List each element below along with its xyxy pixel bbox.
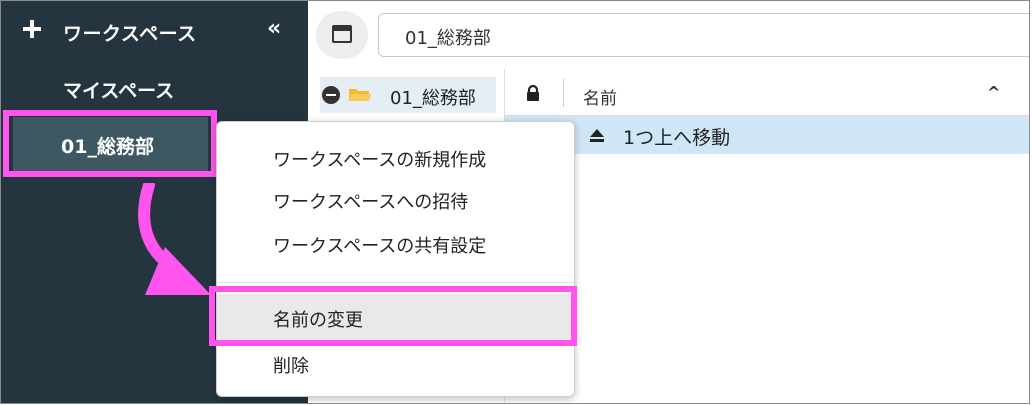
minus-circle-icon[interactable] bbox=[322, 86, 340, 104]
list-row-label: 1つ上へ移動 bbox=[623, 127, 731, 149]
menu-item-rename[interactable]: 名前の変更 bbox=[273, 306, 363, 332]
menu-item-delete[interactable]: 削除 bbox=[273, 352, 309, 378]
list-header: 名前 ^ bbox=[505, 69, 1029, 116]
menu-divider bbox=[217, 282, 574, 283]
toolbar: 01_総務部 bbox=[308, 1, 1029, 69]
arrow-icon bbox=[138, 183, 211, 295]
sidebar-title: ワークスペース bbox=[63, 23, 197, 45]
lock-icon[interactable] bbox=[525, 85, 541, 101]
menu-item-hover-bg bbox=[217, 294, 574, 340]
sidebar-item-workspace[interactable]: 01_総務部 bbox=[13, 117, 208, 172]
sidebar-header: ワークスペース « bbox=[1, 1, 308, 61]
column-header-name[interactable]: 名前 bbox=[583, 84, 617, 109]
plus-icon[interactable] bbox=[23, 20, 41, 38]
window-icon bbox=[332, 25, 352, 43]
folder-icon bbox=[349, 89, 371, 101]
menu-item-share-settings[interactable]: ワークスペースの共有設定 bbox=[273, 232, 486, 258]
window-toggle-button[interactable] bbox=[316, 11, 368, 59]
collapse-icon[interactable]: « bbox=[267, 17, 281, 41]
sidebar-item-myspace[interactable]: マイスペース bbox=[63, 76, 174, 103]
sort-icon[interactable]: ^ bbox=[987, 83, 1000, 102]
context-menu: ワークスペースの新規作成 ワークスペースへの招待 ワークスペースの共有設定 名前… bbox=[216, 121, 575, 397]
tree-item[interactable]: 01_総務部 bbox=[320, 77, 496, 113]
tree-item-label: 01_総務部 bbox=[390, 88, 476, 109]
eject-icon bbox=[590, 129, 604, 142]
sidebar-item-label: 01_総務部 bbox=[61, 136, 154, 158]
app-window: ワークスペース « マイスペース 01_総務部 01_総務部 01_総務部 名前… bbox=[0, 0, 1030, 404]
menu-item-new-workspace[interactable]: ワークスペースの新規作成 bbox=[273, 146, 486, 172]
list-row[interactable]: 1つ上へ移動 bbox=[505, 116, 1029, 154]
path-field[interactable]: 01_総務部 bbox=[378, 13, 1029, 57]
menu-item-invite[interactable]: ワークスペースへの招待 bbox=[273, 188, 468, 214]
header-separator bbox=[563, 79, 564, 107]
